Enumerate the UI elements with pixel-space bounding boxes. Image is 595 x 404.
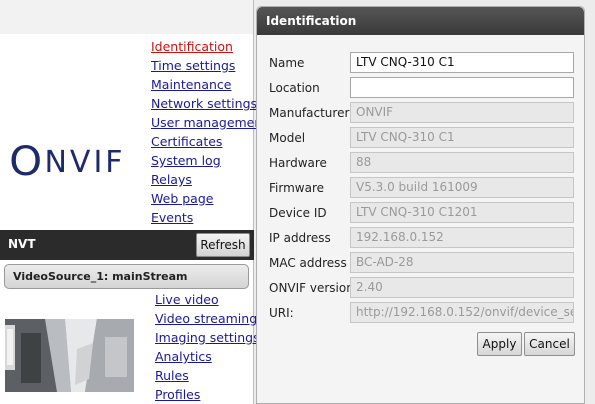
field-row-location: Location [269, 77, 575, 99]
ip-address-field: 192.168.0.152 [350, 227, 574, 248]
identification-panel: Identification Name LTV CNQ-310 C1 Locat… [256, 6, 585, 404]
apply-button[interactable]: Apply [477, 332, 522, 356]
uri-field: http://192.168.0.152/onvif/device_servic… [350, 302, 574, 323]
menu-item-maintenance[interactable]: Maintenance [151, 75, 267, 94]
menu-item-web-page[interactable]: Web page [151, 189, 267, 208]
field-label: Manufacturer [269, 106, 350, 120]
field-row-firmware: Firmware V5.3.0 build 161009 [269, 177, 575, 199]
field-row-ip-address: IP address 192.168.0.152 [269, 227, 575, 249]
field-label: Name [269, 56, 305, 70]
refresh-button[interactable]: Refresh [196, 233, 250, 257]
menu-item-identification[interactable]: Identification [151, 37, 267, 56]
field-label: URI: [269, 306, 294, 320]
location-input[interactable] [350, 77, 574, 98]
field-row-model: Model LTV CNQ-310 C1 [269, 127, 575, 149]
nvt-link-rules[interactable]: Rules [155, 366, 260, 385]
field-row-manufacturer: Manufacturer ONVIF [269, 102, 575, 124]
nvt-link-live-video[interactable]: Live video [155, 290, 260, 309]
manufacturer-field: ONVIF [350, 102, 574, 123]
menu-item-user-management[interactable]: User management [151, 113, 267, 132]
field-label: ONVIF version [269, 281, 354, 295]
field-row-uri: URI: http://192.168.0.152/onvif/device_s… [269, 302, 575, 324]
nvt-header: NVT Refresh [0, 230, 254, 260]
nvt-link-analytics[interactable]: Analytics [155, 347, 260, 366]
menu-item-time-settings[interactable]: Time settings [151, 56, 267, 75]
camera-preview-image [5, 319, 134, 392]
field-label: Hardware [269, 156, 327, 170]
left-panel: ONVIF Identification Time settings Maint… [0, 0, 267, 404]
name-input[interactable]: LTV CNQ-310 C1 [350, 52, 574, 73]
field-row-onvif-version: ONVIF version 2.40 [269, 277, 575, 299]
field-label: Device ID [269, 206, 327, 220]
settings-menu: Identification Time settings Maintenance… [151, 37, 267, 227]
menu-item-system-log[interactable]: System log [151, 151, 267, 170]
field-row-name: Name LTV CNQ-310 C1 [269, 52, 575, 74]
field-label: Location [269, 81, 320, 95]
video-preview-thumbnail[interactable] [5, 319, 134, 392]
field-row-device-id: Device ID LTV CNQ-310 C1201 [269, 202, 575, 224]
field-label: MAC address [269, 256, 347, 270]
cancel-button[interactable]: Cancel [524, 332, 575, 356]
field-row-mac-address: MAC address BC-AD-28 [269, 252, 575, 274]
onvif-logo: ONVIF [9, 139, 126, 185]
nvt-links: Live video Video streaming Imaging setti… [155, 290, 260, 404]
field-label: Model [269, 131, 306, 145]
field-label: Firmware [269, 181, 324, 195]
left-top-strip [0, 0, 254, 34]
menu-item-events[interactable]: Events [151, 208, 267, 227]
panel-title: Identification [257, 7, 584, 35]
hardware-field: 88 [350, 152, 574, 173]
nvt-link-video-streaming[interactable]: Video streaming [155, 309, 260, 328]
menu-item-network-settings[interactable]: Network settings [151, 94, 267, 113]
onvif-version-field: 2.40 [350, 277, 574, 298]
menu-item-relays[interactable]: Relays [151, 170, 267, 189]
mac-address-field: BC-AD-28 [350, 252, 574, 273]
firmware-field: V5.3.0 build 161009 [350, 177, 574, 198]
device-id-field: LTV CNQ-310 C1201 [350, 202, 574, 223]
nvt-link-profiles[interactable]: Profiles [155, 385, 260, 404]
nvt-link-imaging-settings[interactable]: Imaging settings [155, 328, 260, 347]
field-label: IP address [269, 231, 331, 245]
nvt-title: NVT [8, 237, 36, 251]
menu-item-certificates[interactable]: Certificates [151, 132, 267, 151]
model-field: LTV CNQ-310 C1 [350, 127, 574, 148]
video-source-selector[interactable]: VideoSource_1: mainStream [4, 264, 249, 289]
field-row-hardware: Hardware 88 [269, 152, 575, 174]
